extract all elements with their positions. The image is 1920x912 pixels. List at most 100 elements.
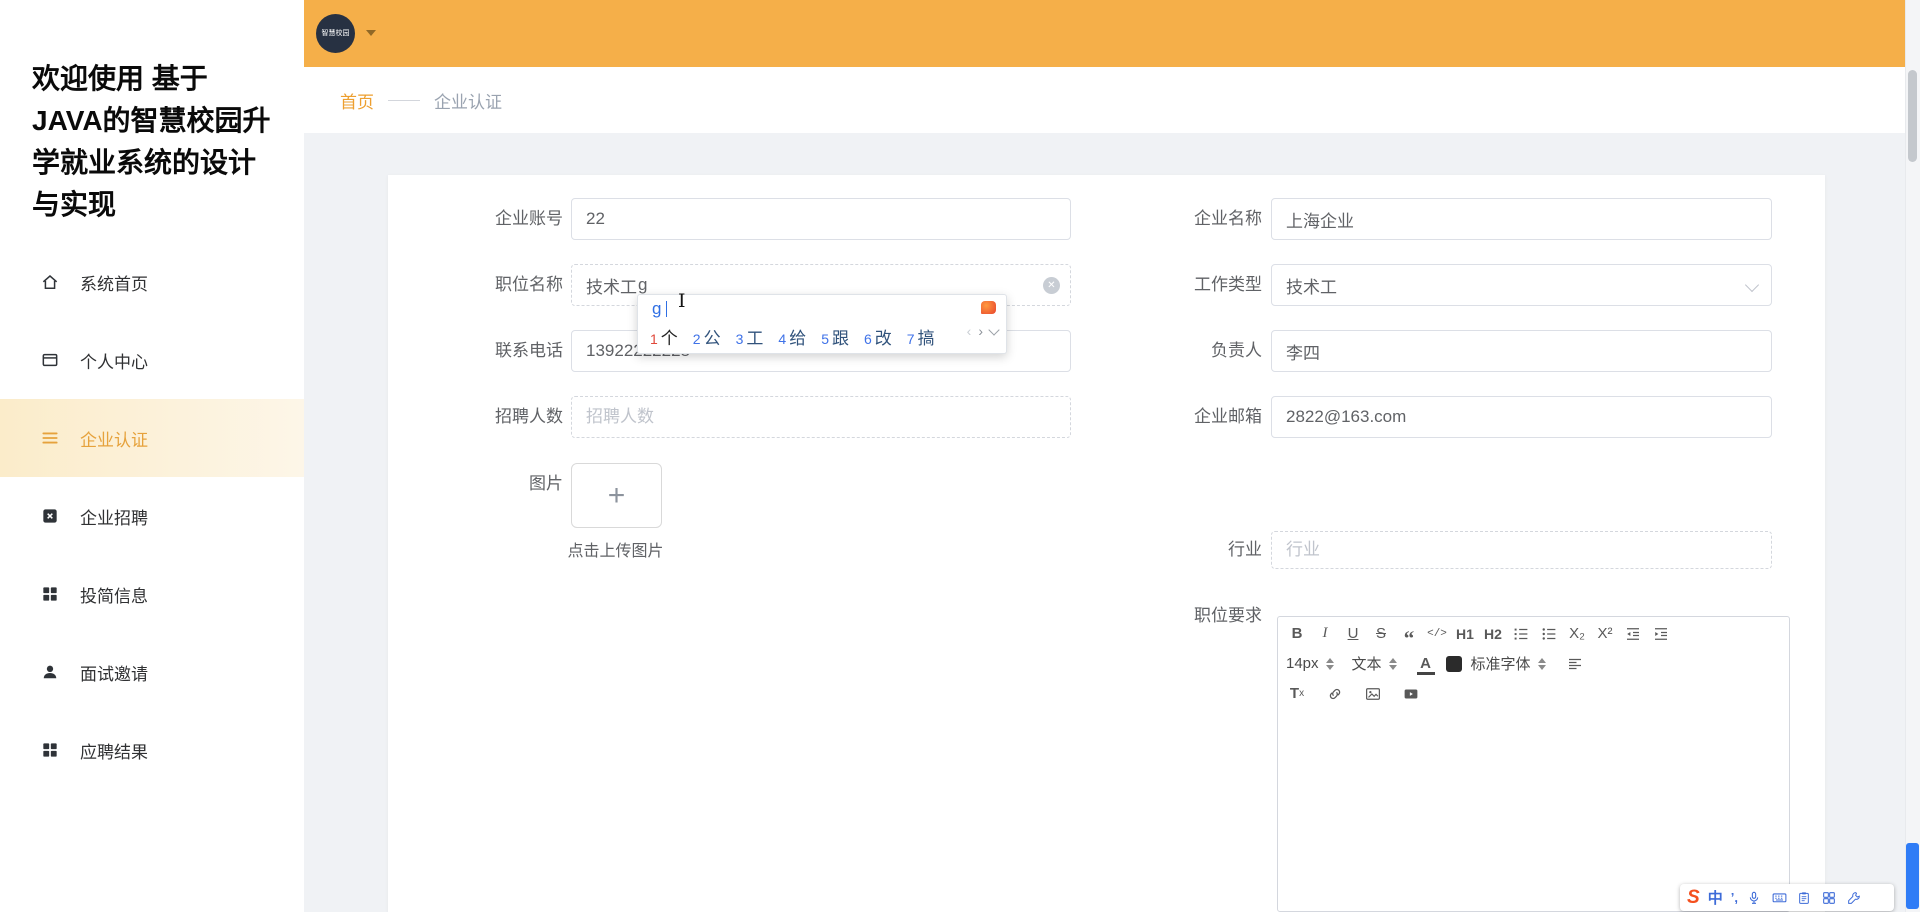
ime-logo-icon[interactable] [981, 301, 996, 314]
ime-candidate[interactable]: 3工 [736, 324, 764, 349]
sogou-logo-icon[interactable]: S [1687, 887, 1700, 909]
breadcrumb-separator [388, 100, 420, 101]
ime-candidate[interactable]: 7搞 [907, 324, 935, 349]
updown-caret-icon [1326, 658, 1334, 670]
scrollbar-thumb-blue[interactable] [1906, 843, 1919, 909]
position-label: 职位名称 [408, 264, 563, 306]
clear-icon[interactable]: ✕ [1043, 277, 1060, 294]
sidebar-item-personal-center[interactable]: 个人中心 [0, 321, 304, 399]
microphone-icon[interactable] [1746, 889, 1763, 906]
clipboard-icon[interactable] [1796, 889, 1813, 906]
chevron-down-icon [1745, 278, 1759, 292]
toolbox-wrench-icon[interactable] [1846, 889, 1863, 906]
email-input[interactable] [1271, 396, 1772, 438]
breadcrumb-home-link[interactable]: 首页 [340, 88, 374, 113]
scrollbar-thumb[interactable] [1908, 70, 1917, 162]
headcount-input[interactable] [571, 396, 1071, 438]
manager-label: 负责人 [1072, 330, 1262, 372]
image-label: 图片 [408, 463, 563, 505]
bold-button[interactable]: B [1286, 623, 1308, 645]
font-family-dropdown[interactable]: 标准字体 [1471, 653, 1546, 674]
video-button[interactable] [1400, 683, 1422, 705]
sidebar-menu: 系统首页 个人中心 企业认证 企业招聘 [0, 243, 304, 789]
company-input[interactable] [1271, 198, 1772, 240]
sidebar-item-application-result[interactable]: 应聘结果 [0, 711, 304, 789]
highlight-color-button[interactable] [1443, 653, 1465, 675]
account-input[interactable] [571, 198, 1071, 240]
keyboard-icon[interactable] [1771, 889, 1788, 906]
sidebar-item-label: 应聘结果 [80, 738, 148, 763]
ime-candidate[interactable]: 2公 [693, 324, 721, 349]
manager-input[interactable] [1271, 330, 1772, 372]
ime-next-page-icon[interactable]: › [978, 323, 983, 339]
sidebar-item-resume-info[interactable]: 投简信息 [0, 555, 304, 633]
image-upload-button[interactable]: + [571, 463, 662, 528]
ime-composition-inline: g [638, 275, 647, 295]
image-button[interactable] [1362, 683, 1384, 705]
link-button[interactable] [1324, 683, 1346, 705]
ime-paging: ‹ › [967, 323, 998, 339]
italic-button[interactable]: I [1314, 623, 1336, 645]
quote-button[interactable]: “ [1398, 618, 1420, 649]
account-label: 企业账号 [408, 198, 563, 240]
ime-punctuation-toggle[interactable]: ’, [1731, 890, 1738, 905]
ime-text-caret [666, 301, 667, 317]
editor-toolbar-row2: 14px 文本 A 标准字体 [1278, 650, 1789, 677]
editor-content[interactable] [1278, 709, 1789, 911]
apps-grid-icon[interactable] [1821, 889, 1838, 906]
main-content: 企业账号 职位名称 技术工g ✕ 联系电话 招聘人数 图片 + 点击上传图片 企… [304, 133, 1905, 912]
menu-icon [40, 428, 60, 448]
ime-language-toggle[interactable]: 中 [1708, 887, 1723, 908]
ime-candidate[interactable]: 1个 [650, 324, 678, 349]
avatar-text: 智慧校园 [322, 29, 350, 38]
text-cursor: I [678, 290, 686, 312]
ime-candidate-popup: g 1个 2公 3工 4给 5跟 6改 7搞 ‹ › [637, 294, 1007, 354]
sidebar-item-label: 系统首页 [80, 270, 148, 295]
industry-input[interactable] [1271, 531, 1772, 569]
plus-icon: + [608, 479, 626, 513]
sidebar-item-label: 企业认证 [80, 426, 148, 451]
chevron-down-icon [366, 30, 376, 36]
app-root: 欢迎使用 基于JAVA的智慧校园升学就业系统的设计与实现 系统首页 个人中心 企… [0, 0, 1920, 912]
underline-button[interactable]: U [1342, 623, 1364, 645]
phone-label: 联系电话 [408, 330, 563, 372]
ime-candidate[interactable]: 4给 [778, 324, 806, 349]
ime-expand-icon[interactable] [988, 324, 999, 335]
worktype-select[interactable]: 技术工 [1271, 264, 1772, 306]
app-title: 欢迎使用 基于JAVA的智慧校园升学就业系统的设计与实现 [32, 58, 277, 226]
text-type-dropdown[interactable]: 文本 [1352, 653, 1397, 674]
h2-button[interactable]: H2 [1482, 623, 1504, 645]
ordered-list-button[interactable] [1510, 623, 1532, 645]
clear-format-button[interactable]: Tx [1286, 683, 1308, 705]
sidebar-item-enterprise-recruit[interactable]: 企业招聘 [0, 477, 304, 555]
worktype-label: 工作类型 [1072, 264, 1262, 306]
ime-candidate[interactable]: 5跟 [821, 324, 849, 349]
ime-status-bar: S 中 ’, [1680, 884, 1894, 911]
superscript-button[interactable]: X² [1594, 623, 1616, 645]
subscript-button[interactable]: X₂ [1566, 623, 1588, 645]
breadcrumb-current: 企业认证 [434, 88, 502, 113]
sidebar-item-system-home[interactable]: 系统首页 [0, 243, 304, 321]
ime-prev-page-icon[interactable]: ‹ [967, 323, 972, 339]
font-size-dropdown[interactable]: 14px [1286, 655, 1334, 672]
outdent-button[interactable] [1622, 623, 1644, 645]
h1-button[interactable]: H1 [1454, 623, 1476, 645]
highlight-swatch-icon [1446, 656, 1462, 672]
sidebar-item-interview-invite[interactable]: 面试邀请 [0, 633, 304, 711]
unordered-list-button[interactable] [1538, 623, 1560, 645]
avatar[interactable]: 智慧校园 [316, 14, 355, 53]
scrollbar-track[interactable] [1905, 0, 1920, 912]
align-button[interactable] [1564, 653, 1586, 675]
headcount-label: 招聘人数 [408, 396, 563, 438]
ime-candidate[interactable]: 6改 [864, 324, 892, 349]
form-card: 企业账号 职位名称 技术工g ✕ 联系电话 招聘人数 图片 + 点击上传图片 企… [388, 175, 1825, 912]
sidebar-item-enterprise-auth[interactable]: 企业认证 [0, 399, 304, 477]
strikethrough-button[interactable]: S [1370, 623, 1392, 645]
ime-candidates: 1个 2公 3工 4给 5跟 6改 7搞 [650, 324, 935, 349]
font-color-button[interactable]: A [1415, 653, 1437, 675]
sidebar-item-label: 个人中心 [80, 348, 148, 373]
updown-caret-icon [1389, 658, 1397, 670]
code-button[interactable]: </> [1426, 623, 1448, 645]
indent-button[interactable] [1650, 623, 1672, 645]
person-icon [40, 662, 60, 682]
